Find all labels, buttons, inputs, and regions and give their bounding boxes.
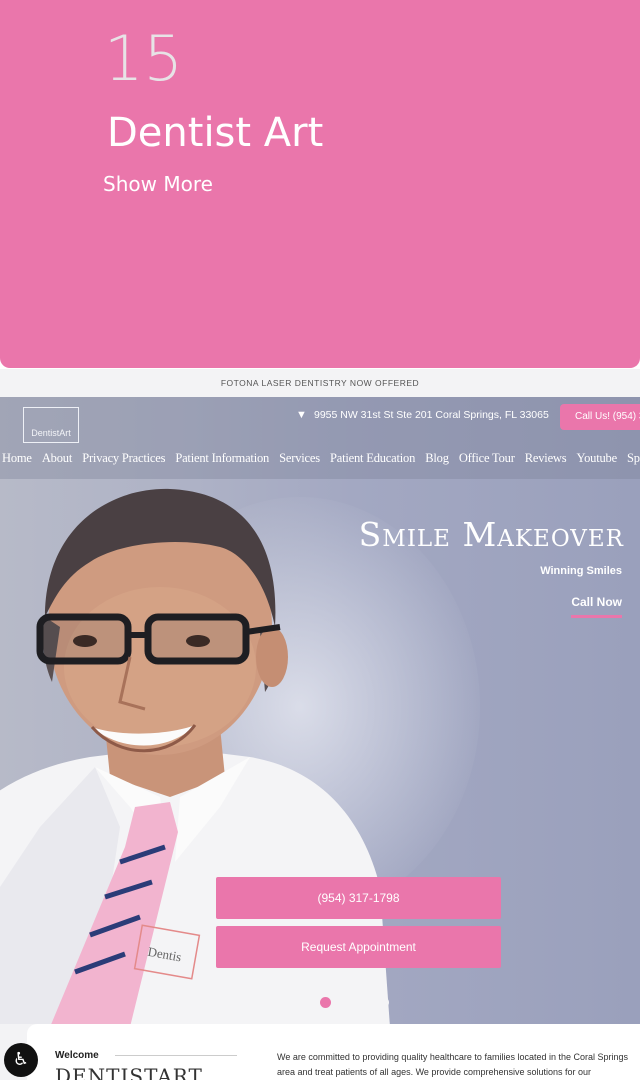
address: ▼ 9955 NW 31st St Ste 201 Coral Springs, … xyxy=(296,409,549,421)
address-text: 9955 NW 31st St Ste 201 Coral Springs, F… xyxy=(314,409,549,421)
call-now-link[interactable]: Call Now xyxy=(571,595,622,618)
nav-office-tour[interactable]: Office Tour xyxy=(459,451,515,466)
nav-about[interactable]: About xyxy=(42,451,72,466)
welcome-divider xyxy=(115,1055,237,1056)
nav-blog[interactable]: Blog xyxy=(425,451,449,466)
card-number: 15 xyxy=(104,22,183,95)
call-us-button[interactable]: Call Us! (954) 3 xyxy=(560,404,640,430)
slider-dot[interactable] xyxy=(320,997,331,1008)
map-pin-icon: ▼ xyxy=(296,409,307,421)
show-more-link[interactable]: Show More xyxy=(103,172,213,196)
welcome-section: Welcome DENTISTART We are committed to p… xyxy=(27,1024,640,1080)
nav-reviews[interactable]: Reviews xyxy=(525,451,567,466)
slider-dot[interactable] xyxy=(378,997,389,1008)
nav-home[interactable]: Home xyxy=(2,451,32,466)
hero-title: Smile Makeover xyxy=(358,515,624,554)
welcome-label: Welcome xyxy=(55,1050,99,1061)
website-preview: FOTONA LASER DENTISTRY NOW OFFERED Denti… xyxy=(0,369,640,1080)
slider-dot[interactable] xyxy=(349,997,360,1008)
announcement-bar: FOTONA LASER DENTISTRY NOW OFFERED xyxy=(0,369,640,397)
hero-subtitle: Winning Smiles xyxy=(540,565,622,577)
phone-button[interactable]: (954) 317-1798 xyxy=(216,877,501,919)
welcome-text: We are committed to providing quality he… xyxy=(277,1052,629,1077)
dentist-art-card: 15 Dentist Art Show More xyxy=(0,0,640,368)
card-title: Dentist Art xyxy=(107,110,324,156)
main-nav: Home About Privacy Practices Patient Inf… xyxy=(2,447,640,466)
request-appointment-button[interactable]: Request Appointment xyxy=(216,926,501,968)
nav-services[interactable]: Services xyxy=(279,451,320,466)
hero-section: Dentis DentistArt ▼ 9955 NW 31st St Ste … xyxy=(0,397,640,1024)
welcome-practice-name: DENTISTART xyxy=(55,1064,203,1080)
nav-patient-information[interactable]: Patient Information xyxy=(175,451,269,466)
site-logo[interactable]: DentistArt xyxy=(23,407,79,443)
nav-youtube[interactable]: Youtube xyxy=(577,451,618,466)
accessibility-icon[interactable]: ♿ xyxy=(4,1043,38,1077)
nav-patient-education[interactable]: Patient Education xyxy=(330,451,415,466)
nav-specials[interactable]: Specia xyxy=(627,451,640,466)
slider-dots xyxy=(320,993,407,1012)
nav-privacy-practices[interactable]: Privacy Practices xyxy=(82,451,165,466)
